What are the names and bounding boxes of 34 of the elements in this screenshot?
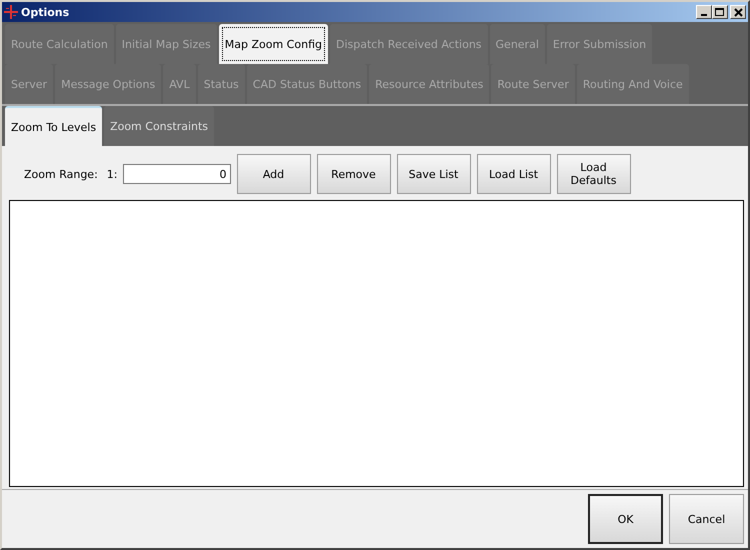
tab[interactable]: Resource Attributes	[369, 64, 490, 104]
tab[interactable]: Routing And Voice	[576, 64, 689, 104]
tab[interactable]: General	[490, 24, 545, 64]
tab[interactable]: CAD Status Buttons	[246, 64, 368, 104]
tab[interactable]: Map Zoom Config	[218, 24, 328, 64]
tab[interactable]: Initial Map Sizes	[116, 24, 217, 64]
maximize-button[interactable]	[712, 5, 728, 19]
tab[interactable]: Route Server	[491, 64, 575, 104]
minimize-button[interactable]	[696, 5, 712, 19]
tab[interactable]: Error Submission	[546, 24, 652, 64]
zoom-range-field[interactable]: 0	[122, 164, 230, 184]
minimize-icon	[701, 14, 707, 16]
zoom-range-label: Zoom Range:	[24, 168, 98, 180]
toolbar-button[interactable]: Save List	[396, 154, 470, 194]
toolbar-button[interactable]: Add	[236, 154, 310, 194]
tab[interactable]: Status	[198, 64, 245, 104]
toolbar-button[interactable]: Load List	[476, 154, 550, 194]
dialog-button[interactable]: OK	[588, 494, 663, 544]
tab[interactable]: Dispatch Received Actions	[330, 24, 488, 64]
close-icon	[734, 8, 742, 16]
scale-prefix: 1:	[106, 168, 118, 180]
toolbar-button[interactable]: Load Defaults	[556, 154, 630, 194]
dialog-button[interactable]: Cancel	[669, 494, 744, 544]
window-title: Options	[21, 6, 70, 18]
tab[interactable]: Zoom To Levels	[5, 106, 102, 146]
tab[interactable]: Server	[5, 64, 54, 104]
tab[interactable]: Message Options	[55, 64, 162, 104]
tab[interactable]: Zoom Constraints	[104, 106, 214, 146]
app-icon	[4, 5, 18, 19]
tab[interactable]: Route Calculation	[5, 24, 114, 64]
maximize-icon	[715, 8, 725, 16]
tab[interactable]: AVL	[163, 64, 196, 104]
close-button[interactable]	[730, 5, 746, 19]
toolbar-button[interactable]: Remove	[316, 154, 390, 194]
